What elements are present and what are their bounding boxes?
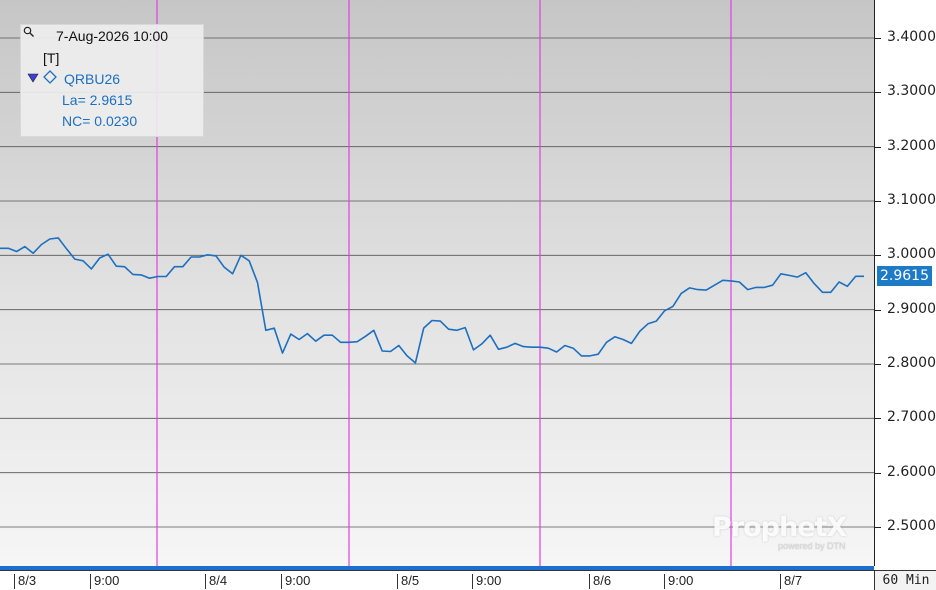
chart-legend[interactable]: 7-Aug-2026 10:00 [T] QRBU26 La= 2.9615 N… xyxy=(20,24,204,137)
y-tick-label: 3.4000 xyxy=(887,29,936,45)
y-tick-label: 2.7000 xyxy=(887,409,936,426)
legend-last: La= 2.9615 xyxy=(62,92,133,108)
y-tick-mark xyxy=(875,527,881,528)
x-tick-label: 9:00 xyxy=(664,574,693,589)
y-tick-label: 3.2000 xyxy=(887,137,936,154)
x-tick-label: 9:00 xyxy=(281,574,310,589)
x-tick-label: 8/6 xyxy=(589,574,611,589)
y-tick-mark xyxy=(875,38,881,39)
y-tick-label: 2.8000 xyxy=(887,355,936,371)
legend-net-change: NC= 0.0230 xyxy=(62,113,138,129)
prophetx-logo: ProphetX xyxy=(712,512,847,543)
y-tick-label: 2.9000 xyxy=(887,300,936,317)
x-tick-label: 9:00 xyxy=(472,574,501,589)
x-tick-label: 8/4 xyxy=(205,574,227,589)
y-tick-mark xyxy=(875,472,881,474)
y-tick-mark xyxy=(875,309,881,311)
prophetx-logo-subtitle: powered by DTN xyxy=(778,541,846,551)
legend-tag: [T] xyxy=(43,50,60,66)
triangle-down-icon[interactable] xyxy=(27,71,39,87)
y-tick-mark xyxy=(875,146,881,148)
y-tick-label: 3.3000 xyxy=(887,83,936,100)
y-tick-label: 3.0000 xyxy=(887,246,936,263)
y-tick-mark xyxy=(875,92,881,94)
y-tick-mark xyxy=(875,255,881,257)
price-line xyxy=(0,237,864,364)
y-tick-label: 2.6000 xyxy=(887,463,936,480)
magnifier-icon[interactable] xyxy=(23,25,35,41)
legend-symbol[interactable]: QRBU26 xyxy=(64,71,120,87)
y-tick-mark xyxy=(875,364,881,365)
x-tick-label: 8/7 xyxy=(780,574,802,589)
interval-label[interactable]: 60 Min xyxy=(874,570,936,590)
last-price-marker: 2.9615 xyxy=(877,266,932,286)
x-tick-label: 8/5 xyxy=(397,574,419,589)
x-tick-label: 9:00 xyxy=(90,574,119,589)
legend-timestamp: 7-Aug-2026 10:00 xyxy=(56,28,169,44)
time-axis[interactable]: 8/3 9:00 8/4 9:00 8/5 9:00 8/6 9:00 8/7 xyxy=(0,570,874,590)
y-tick-mark xyxy=(875,418,881,420)
y-tick-mark xyxy=(875,201,881,202)
y-tick-label: 2.5000 xyxy=(887,518,936,534)
y-tick-label: 3.1000 xyxy=(887,192,936,208)
diamond-icon xyxy=(43,70,57,87)
x-tick-label: 8/3 xyxy=(14,574,36,589)
